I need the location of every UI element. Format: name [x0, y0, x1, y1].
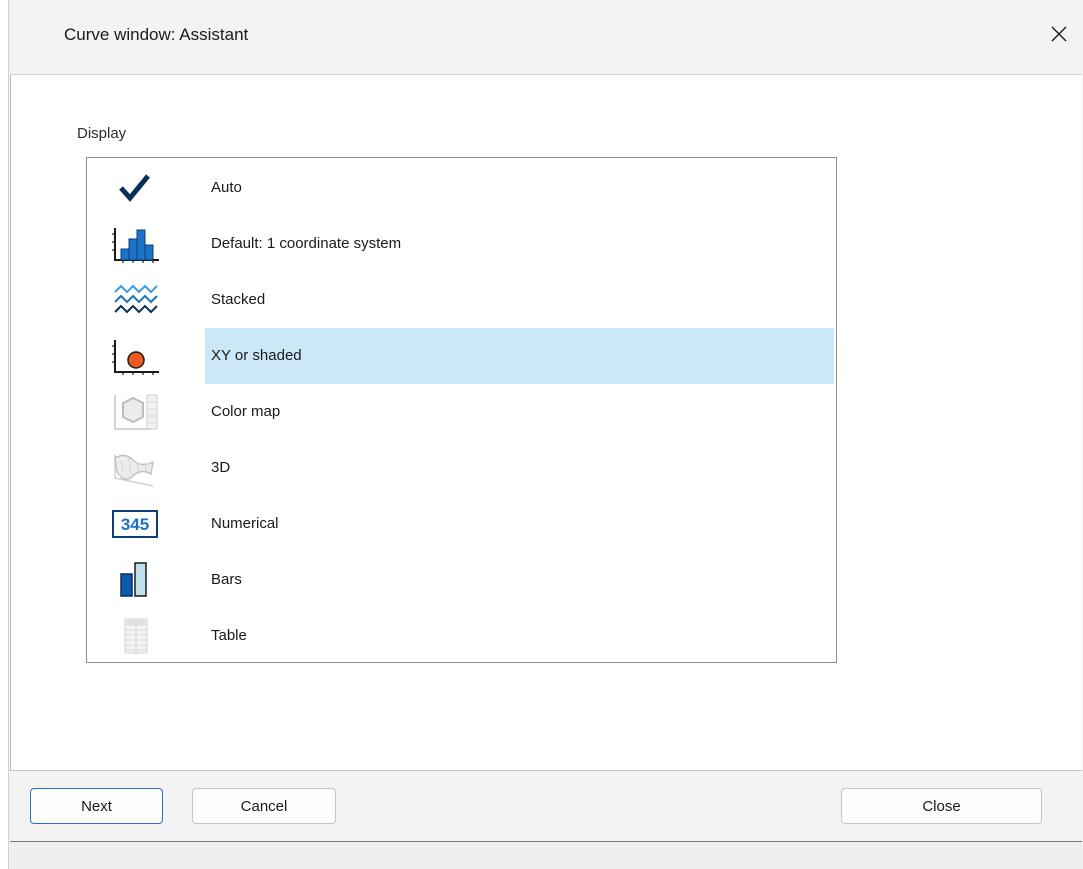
display-option-label: Stacked [211, 291, 266, 308]
cancel-button[interactable]: Cancel [192, 788, 336, 824]
checkmark-icon [109, 166, 161, 210]
display-option-label: 3D [211, 459, 231, 476]
color-map-icon [109, 390, 161, 434]
selected-highlight: XY or shaded [205, 328, 834, 384]
display-option-label: Auto [211, 179, 242, 196]
display-option-auto[interactable]: Auto [87, 160, 836, 216]
window-title: Curve window: Assistant [64, 25, 249, 44]
display-option-label: Numerical [211, 515, 279, 532]
display-option-label: Default: 1 coordinate system [211, 235, 402, 252]
display-option-label: Table [211, 627, 247, 644]
table-icon [109, 614, 161, 658]
bars-icon [109, 558, 161, 602]
display-group-label: Display [77, 125, 127, 142]
histogram-icon [109, 222, 161, 266]
dialog-content: Display Auto Default: 1 coordinate syste… [10, 74, 1082, 771]
close-icon [1051, 26, 1067, 42]
status-bar [10, 841, 1082, 869]
display-option-numerical[interactable]: 345 Numerical [87, 496, 836, 552]
display-option-label: XY or shaded [211, 347, 302, 364]
display-option-label: Bars [211, 571, 242, 588]
display-option-color-map[interactable]: Color map [87, 384, 836, 440]
numerical-icon: 345 [109, 502, 161, 546]
close-window-button[interactable] [1039, 14, 1079, 54]
display-option-xy[interactable]: XY or shaded [87, 328, 836, 384]
xy-point-icon [109, 334, 161, 378]
numerical-icon-text: 345 [120, 514, 150, 534]
close-button[interactable]: Close [841, 788, 1042, 824]
display-option-table[interactable]: Table [87, 608, 836, 664]
display-option-label: Color map [211, 403, 281, 420]
display-option-3d[interactable]: 3D [87, 440, 836, 496]
display-option-bars[interactable]: Bars [87, 552, 836, 608]
next-button[interactable]: Next [30, 788, 163, 824]
display-option-stacked[interactable]: Stacked [87, 272, 836, 328]
display-option-default[interactable]: Default: 1 coordinate system [87, 216, 836, 272]
display-listbox[interactable]: Auto Default: 1 coordinate system Stacke… [86, 157, 837, 663]
3d-surface-icon [109, 446, 161, 490]
title-bar: Curve window: Assistant [9, 0, 1083, 74]
assistant-dialog: Curve window: Assistant Display Auto Def… [8, 0, 1083, 869]
stacked-waves-icon [109, 278, 161, 322]
